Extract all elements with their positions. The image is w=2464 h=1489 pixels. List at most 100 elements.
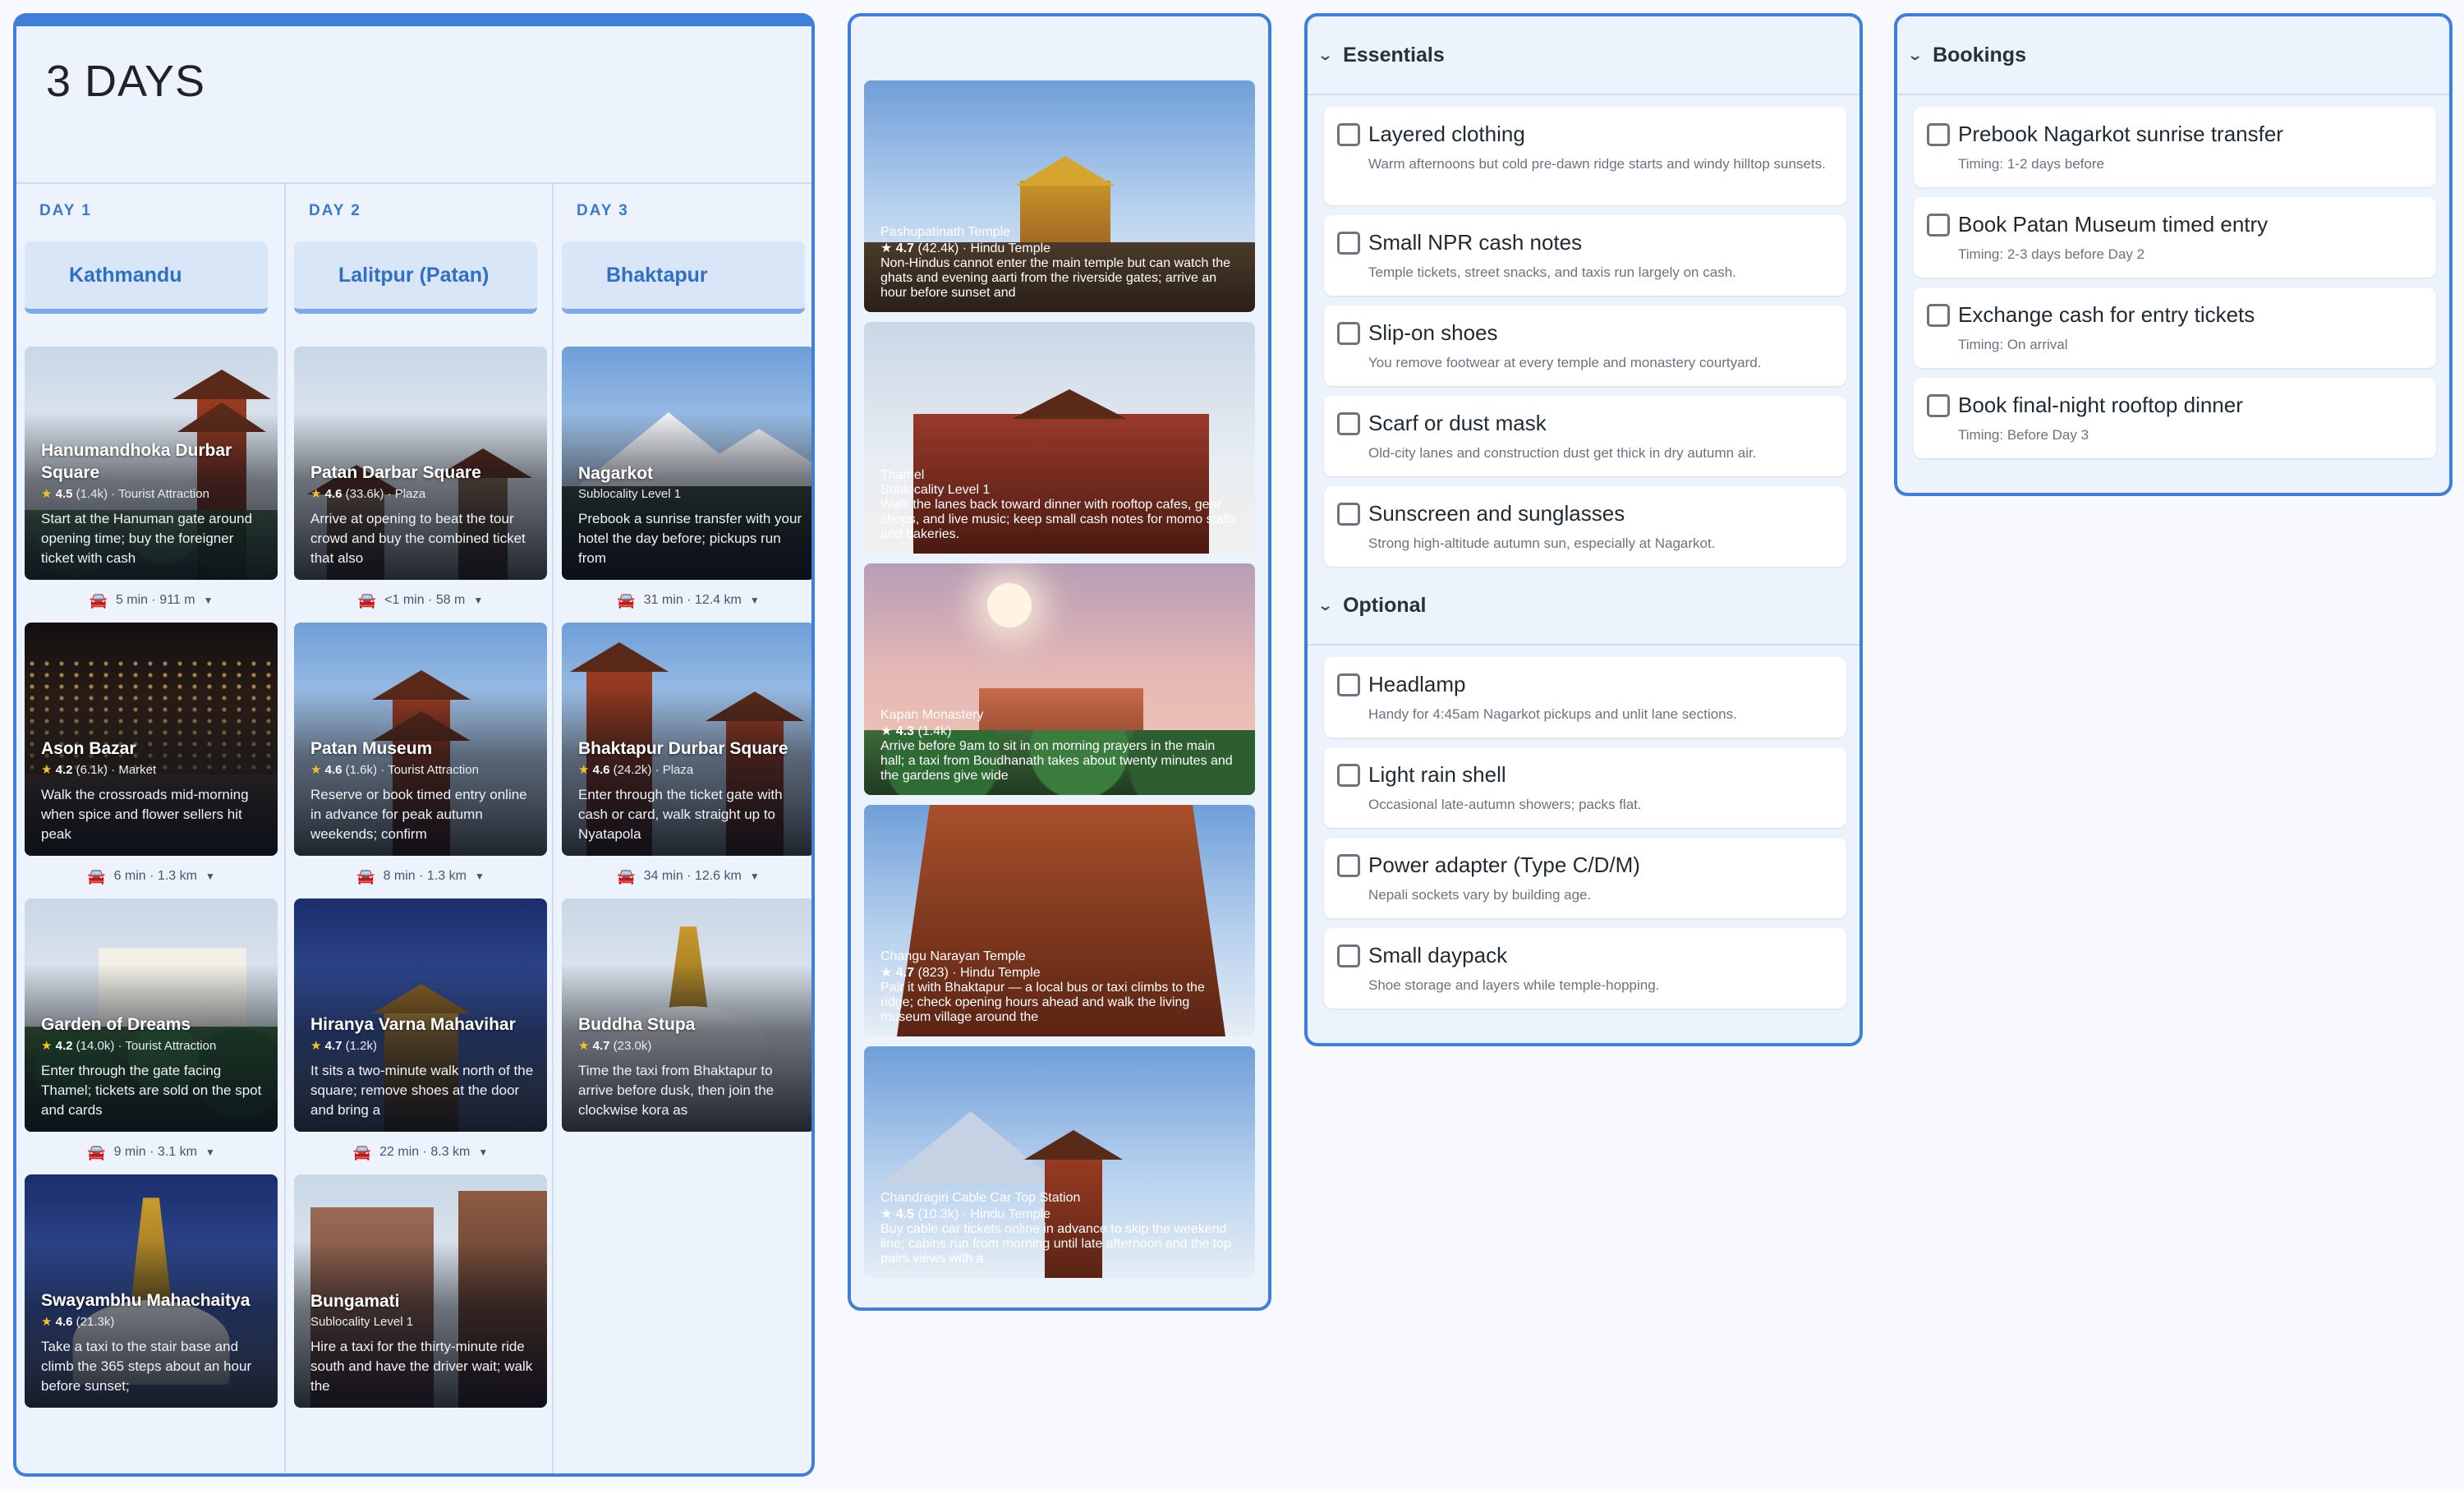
place-card-hiranya-varna[interactable]: Hiranya Varna Mahavihar ★ 4.7 (1.2k) It …	[294, 898, 547, 1132]
checklist-item[interactable]: Layered clothing Warm afternoons but cold…	[1324, 107, 1846, 205]
place-card-ason-bazar[interactable]: Ason Bazar ★ 4.2 (6.1k) · Market Walk th…	[25, 623, 278, 856]
place-rating: 4.5	[55, 487, 73, 501]
travel-segment[interactable]: 🚘 8 min · 1.3 km ▼	[294, 864, 547, 889]
place-description: It sits a two-minute walk north of the s…	[310, 1063, 534, 1118]
checkbox-icon[interactable]	[1927, 214, 1950, 237]
place-rating: 4.7	[592, 1039, 610, 1053]
place-category: Plaza	[394, 487, 426, 501]
checkbox-icon[interactable]	[1927, 304, 1950, 327]
idea-card-pashupatinath[interactable]: Pashupatinath Temple ★ 4.7 (42.4k) · Hin…	[864, 80, 1255, 312]
checklist-item[interactable]: Scarf or dust mask Old-city lanes and con…	[1324, 396, 1846, 476]
checklist-item[interactable]: Headlamp Handy for 4:45am Nagarkot pickup…	[1324, 657, 1846, 738]
place-name: Nagarkot	[578, 464, 654, 483]
item-label: Headlamp	[1368, 672, 1466, 696]
city-tab-lalitpur[interactable]: Lalitpur (Patan)	[294, 241, 537, 314]
bookings-panel: ⌄ Bookings Prebook Nagarkot sunrise trans…	[1894, 13, 2453, 496]
travel-segment[interactable]: 🚘 <1 min · 58 m ▼	[294, 588, 547, 613]
item-note: Old-city lanes and construction dust get…	[1368, 445, 1757, 461]
itinerary-title: 3 DAYS	[46, 57, 206, 106]
city-tab-kathmandu[interactable]: Kathmandu	[25, 241, 268, 314]
item-label: Layered clothing	[1368, 122, 1525, 146]
place-card-nagarkot[interactable]: Nagarkot Sublocality Level 1 Prebook a s…	[562, 347, 811, 580]
item-label: Prebook Nagarkot sunrise transfer	[1958, 122, 2283, 146]
checkbox-icon[interactable]	[1927, 394, 1950, 417]
checkbox-icon[interactable]	[1337, 944, 1360, 967]
place-category: Tourist Attraction	[125, 1039, 217, 1053]
checklist-item[interactable]: Power adapter (Type C/D/M) Nepali sockets…	[1324, 838, 1846, 918]
day-label: DAY 1	[39, 202, 92, 219]
checklist-item[interactable]: Small NPR cash notes Temple tickets, stre…	[1324, 215, 1846, 296]
checklist-item[interactable]: Prebook Nagarkot sunrise transfer Timing:…	[1914, 107, 2436, 187]
star-icon: ★	[310, 1039, 322, 1053]
chevron-down-icon: ⌄	[1906, 46, 1924, 63]
checkbox-icon[interactable]	[1337, 232, 1360, 255]
place-reviews: (1.6k)	[345, 763, 377, 777]
place-card-patan-museum[interactable]: Patan Museum ★ 4.6 (1.6k) · Tourist Attr…	[294, 623, 547, 856]
idea-card-chandragiri[interactable]: Chandragiri Cable Car Top Station ★ 4.5 …	[864, 1046, 1255, 1278]
idea-card-kapan-monastery[interactable]: Kapan Monastery ★ 4.3 (1.4k) Arrive befo…	[864, 563, 1255, 795]
checkbox-icon[interactable]	[1337, 854, 1360, 877]
place-category: Plaza	[662, 763, 694, 777]
checklist-item[interactable]: Small daypack Shoe storage and layers whi…	[1324, 928, 1846, 1009]
checklist-item[interactable]: Sunscreen and sunglasses Strong high-alti…	[1324, 486, 1846, 567]
item-label: Light rain shell	[1368, 762, 1506, 787]
checkbox-icon[interactable]	[1337, 322, 1360, 345]
checkbox-icon[interactable]	[1337, 412, 1360, 435]
place-reviews: (21.3k)	[76, 1315, 115, 1329]
place-card-bungamati[interactable]: Bungamati Sublocality Level 1 Hire a tax…	[294, 1174, 547, 1408]
place-reviews: (10.3k)	[917, 1207, 959, 1221]
place-category: Hindu Temple	[970, 241, 1051, 255]
travel-time: 5 min · 911 m	[115, 593, 195, 607]
place-card-garden-of-dreams[interactable]: Garden of Dreams ★ 4.2 (14.0k) · Tourist…	[25, 898, 278, 1132]
place-card-patan-darbar[interactable]: Patan Darbar Square ★ 4.6 (33.6k) · Plaz…	[294, 347, 547, 580]
checkbox-icon[interactable]	[1337, 503, 1360, 526]
travel-segment[interactable]: 🚘 5 min · 911 m ▼	[25, 588, 278, 613]
checkbox-icon[interactable]	[1927, 123, 1950, 146]
place-description: Non-Hindus cannot enter the main temple …	[880, 256, 1231, 300]
day-column-1: DAY 1 Kathmandu Hanumandhoka Durbar Squa…	[16, 184, 283, 1473]
checklist-item[interactable]: Light rain shell Occasional late-autumn s…	[1324, 747, 1846, 828]
star-icon: ★	[310, 763, 322, 777]
star-icon: ★	[41, 763, 53, 777]
section-essentials[interactable]: ⌄ Essentials	[1308, 16, 1859, 95]
star-icon: ★	[41, 487, 53, 501]
section-bookings[interactable]: ⌄ Bookings	[1897, 16, 2449, 95]
travel-segment[interactable]: 🚘 9 min · 3.1 km ▼	[25, 1140, 278, 1165]
item-label: Sunscreen and sunglasses	[1368, 501, 1625, 526]
place-name: Patan Museum	[310, 739, 433, 758]
caret-down-icon: ▼	[473, 595, 484, 606]
place-reviews: (1.2k)	[345, 1039, 377, 1053]
checklist-item[interactable]: Book final-night rooftop dinner Timing: B…	[1914, 378, 2436, 458]
item-note: Timing: Before Day 3	[1958, 427, 2089, 443]
checklist-item[interactable]: Exchange cash for entry tickets Timing: O…	[1914, 287, 2436, 368]
section-title: Essentials	[1343, 43, 1445, 67]
place-description: Start at the Hanuman gate around opening…	[41, 511, 253, 566]
checkbox-icon[interactable]	[1337, 764, 1360, 787]
travel-segment[interactable]: 🚘 31 min · 12.4 km ▼	[562, 588, 811, 613]
place-card-hanumandhoka[interactable]: Hanumandhoka Durbar Square ★ 4.5 (1.4k) …	[25, 347, 278, 580]
place-card-swayambhu[interactable]: Swayambhu Mahachaitya ★ 4.6 (21.3k) Take…	[25, 1174, 278, 1408]
place-reviews: (1.4k)	[917, 724, 952, 738]
checklist-item[interactable]: Slip-on shoes You remove footwear at ever…	[1324, 306, 1846, 386]
travel-segment[interactable]: 🚘 22 min · 8.3 km ▼	[294, 1140, 547, 1165]
place-card-bhaktapur-durbar[interactable]: Bhaktapur Durbar Square ★ 4.6 (24.2k) · …	[562, 623, 811, 856]
travel-segment[interactable]: 🚘 6 min · 1.3 km ▼	[25, 864, 278, 889]
travel-time: 8 min · 1.3 km	[383, 869, 467, 883]
idea-card-thamel[interactable]: Thamel Sublocality Level 1 Walk the lane…	[864, 322, 1255, 554]
item-label: Slip-on shoes	[1368, 320, 1498, 345]
idea-card-changu-narayan[interactable]: Changu Narayan Temple ★ 4.7 (823) · Hind…	[864, 805, 1255, 1036]
city-tab-bhaktapur[interactable]: Bhaktapur	[562, 241, 805, 314]
section-optional[interactable]: ⌄ Optional	[1308, 567, 1859, 646]
checklist-item[interactable]: Book Patan Museum timed entry Timing: 2-3…	[1914, 197, 2436, 278]
travel-time: 31 min · 12.4 km	[643, 593, 742, 607]
place-category: Sublocality Level 1	[880, 483, 991, 497]
place-card-buddha-stupa[interactable]: Buddha Stupa ★ 4.7 (23.0k) Time the taxi…	[562, 898, 811, 1132]
place-reviews: (14.0k)	[76, 1039, 115, 1053]
place-description: Enter through the gate facing Thamel; ti…	[41, 1063, 262, 1118]
checkbox-icon[interactable]	[1337, 123, 1360, 146]
day-label: DAY 3	[577, 202, 629, 219]
travel-segment[interactable]: 🚘 34 min · 12.6 km ▼	[562, 864, 811, 889]
place-name: Thamel	[880, 468, 925, 482]
place-description: Reserve or book timed entry online in ad…	[310, 787, 527, 842]
checkbox-icon[interactable]	[1337, 673, 1360, 696]
